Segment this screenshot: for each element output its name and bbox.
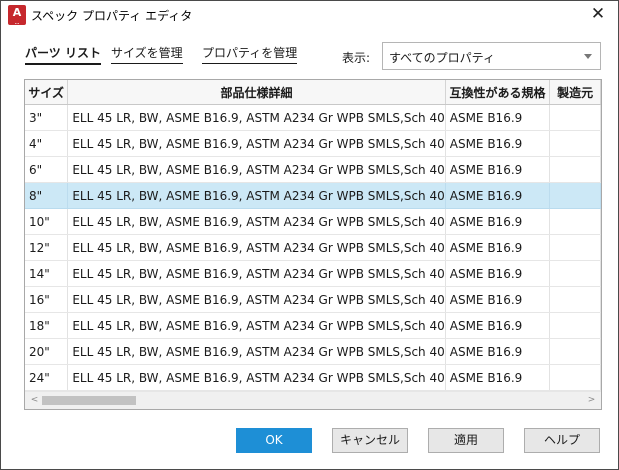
cell-maker[interactable] xyxy=(549,130,601,157)
table-row[interactable]: 16" ELL 45 LR, BW, ASME B16.9, ASTM A234 … xyxy=(25,286,601,313)
ok-button[interactable]: OK xyxy=(236,428,312,453)
cell-std[interactable]: ASME B16.9 xyxy=(445,104,551,131)
cell-maker[interactable] xyxy=(549,104,601,131)
filter-dropdown-value: すべてのプロパティ xyxy=(389,51,495,65)
cell-maker[interactable] xyxy=(549,156,601,183)
table-row[interactable]: 14" ELL 45 LR, BW, ASME B16.9, ASTM A234 … xyxy=(25,260,601,287)
cell-spec[interactable]: ELL 45 LR, BW, ASME B16.9, ASTM A234 Gr … xyxy=(67,182,446,209)
cell-std[interactable]: ASME B16.9 xyxy=(445,286,551,313)
cell-std[interactable]: ASME B16.9 xyxy=(445,260,551,287)
table-row[interactable]: 24" ELL 45 LR, BW, ASME B16.9, ASTM A234 … xyxy=(25,364,601,391)
cell-std[interactable]: ASME B16.9 xyxy=(445,234,551,261)
table-body: 3" ELL 45 LR, BW, ASME B16.9, ASTM A234 G… xyxy=(25,104,601,391)
cell-spec[interactable]: ELL 45 LR, BW, ASME B16.9, ASTM A234 Gr … xyxy=(67,260,446,287)
table-row[interactable]: 18" ELL 45 LR, BW, ASME B16.9, ASTM A234 … xyxy=(25,312,601,339)
cell-maker[interactable] xyxy=(549,234,601,261)
cell-size[interactable]: 18" xyxy=(25,312,69,339)
cell-size[interactable]: 16" xyxy=(25,286,69,313)
scroll-right-icon[interactable]: > xyxy=(584,392,599,409)
cell-maker[interactable] xyxy=(549,182,601,209)
spec-property-editor-dialog: A ... スペック プロパティ エディタ ✕ パーツ リスト サイズを管理 プ… xyxy=(0,0,619,470)
cell-size[interactable]: 4" xyxy=(25,130,69,157)
cell-spec[interactable]: ELL 45 LR, BW, ASME B16.9, ASTM A234 Gr … xyxy=(67,338,446,365)
cell-size[interactable]: 8" xyxy=(25,182,69,209)
table-row[interactable]: 4" ELL 45 LR, BW, ASME B16.9, ASTM A234 G… xyxy=(25,130,601,157)
scrollbar-thumb[interactable] xyxy=(42,396,136,405)
cell-spec[interactable]: ELL 45 LR, BW, ASME B16.9, ASTM A234 Gr … xyxy=(67,130,446,157)
window-title: スペック プロパティ エディタ xyxy=(31,9,193,23)
app-logo-sub: ... xyxy=(14,20,20,25)
table-header-row: サイズ 部品仕様詳細 互換性がある規格 製造元 xyxy=(25,80,601,105)
apply-button[interactable]: 適用 xyxy=(428,428,504,453)
cell-spec[interactable]: ELL 45 LR, BW, ASME B16.9, ASTM A234 Gr … xyxy=(67,364,446,391)
column-header-manufacturer[interactable]: 製造元 xyxy=(549,80,601,105)
filter-label: 表示: xyxy=(342,51,371,65)
cell-std[interactable]: ASME B16.9 xyxy=(445,312,551,339)
cell-maker[interactable] xyxy=(549,260,601,287)
tab-parts-list[interactable]: パーツ リスト xyxy=(25,44,101,65)
cell-maker[interactable] xyxy=(549,312,601,339)
app-logo-letter: A xyxy=(12,6,22,19)
tab-manage-sizes[interactable]: サイズを管理 xyxy=(111,44,183,64)
cell-std[interactable]: ASME B16.9 xyxy=(445,156,551,183)
cell-spec[interactable]: ELL 45 LR, BW, ASME B16.9, ASTM A234 Gr … xyxy=(67,104,446,131)
cell-size[interactable]: 6" xyxy=(25,156,69,183)
filter-dropdown[interactable]: すべてのプロパティ xyxy=(382,42,601,70)
cell-size[interactable]: 14" xyxy=(25,260,69,287)
cell-maker[interactable] xyxy=(549,338,601,365)
column-header-size[interactable]: サイズ xyxy=(25,80,69,105)
cell-spec[interactable]: ELL 45 LR, BW, ASME B16.9, ASTM A234 Gr … xyxy=(67,208,446,235)
chevron-down-icon xyxy=(584,54,592,59)
cell-spec[interactable]: ELL 45 LR, BW, ASME B16.9, ASTM A234 Gr … xyxy=(67,286,446,313)
table-row[interactable]: 20" ELL 45 LR, BW, ASME B16.9, ASTM A234 … xyxy=(25,338,601,365)
cell-std[interactable]: ASME B16.9 xyxy=(445,364,551,391)
cell-size[interactable]: 12" xyxy=(25,234,69,261)
cell-size[interactable]: 10" xyxy=(25,208,69,235)
app-logo-icon: A ... xyxy=(8,5,26,25)
cell-size[interactable]: 20" xyxy=(25,338,69,365)
cell-std[interactable]: ASME B16.9 xyxy=(445,208,551,235)
cell-spec[interactable]: ELL 45 LR, BW, ASME B16.9, ASTM A234 Gr … xyxy=(67,312,446,339)
column-header-spec[interactable]: 部品仕様詳細 xyxy=(67,80,446,105)
table-row[interactable]: 3" ELL 45 LR, BW, ASME B16.9, ASTM A234 G… xyxy=(25,104,601,131)
cell-size[interactable]: 24" xyxy=(25,364,69,391)
tab-manage-properties[interactable]: プロパティを管理 xyxy=(202,44,298,64)
cell-maker[interactable] xyxy=(549,364,601,391)
cancel-button[interactable]: キャンセル xyxy=(332,428,408,453)
cell-spec[interactable]: ELL 45 LR, BW, ASME B16.9, ASTM A234 Gr … xyxy=(67,234,446,261)
table-row[interactable]: 12" ELL 45 LR, BW, ASME B16.9, ASTM A234 … xyxy=(25,234,601,261)
scroll-left-icon[interactable]: < xyxy=(27,392,42,409)
table-row[interactable]: 6" ELL 45 LR, BW, ASME B16.9, ASTM A234 G… xyxy=(25,156,601,183)
table-row[interactable]: 8" ELL 45 LR, BW, ASME B16.9, ASTM A234 G… xyxy=(25,182,601,209)
parts-table-grid: サイズ 部品仕様詳細 互換性がある規格 製造元 3" ELL 45 LR, BW,… xyxy=(25,80,601,391)
horizontal-scrollbar[interactable]: < > xyxy=(25,391,601,409)
cell-std[interactable]: ASME B16.9 xyxy=(445,338,551,365)
column-header-standard[interactable]: 互換性がある規格 xyxy=(445,80,551,105)
parts-table: サイズ 部品仕様詳細 互換性がある規格 製造元 3" ELL 45 LR, BW,… xyxy=(24,79,602,410)
help-button[interactable]: ヘルプ xyxy=(524,428,600,453)
table-row[interactable]: 10" ELL 45 LR, BW, ASME B16.9, ASTM A234 … xyxy=(25,208,601,235)
cell-size[interactable]: 3" xyxy=(25,104,69,131)
cell-spec[interactable]: ELL 45 LR, BW, ASME B16.9, ASTM A234 Gr … xyxy=(67,156,446,183)
cell-std[interactable]: ASME B16.9 xyxy=(445,130,551,157)
cell-maker[interactable] xyxy=(549,208,601,235)
cell-std[interactable]: ASME B16.9 xyxy=(445,182,551,209)
close-icon[interactable]: ✕ xyxy=(588,4,608,24)
cell-maker[interactable] xyxy=(549,286,601,313)
title-bar: A ... スペック プロパティ エディタ ✕ xyxy=(1,1,618,30)
